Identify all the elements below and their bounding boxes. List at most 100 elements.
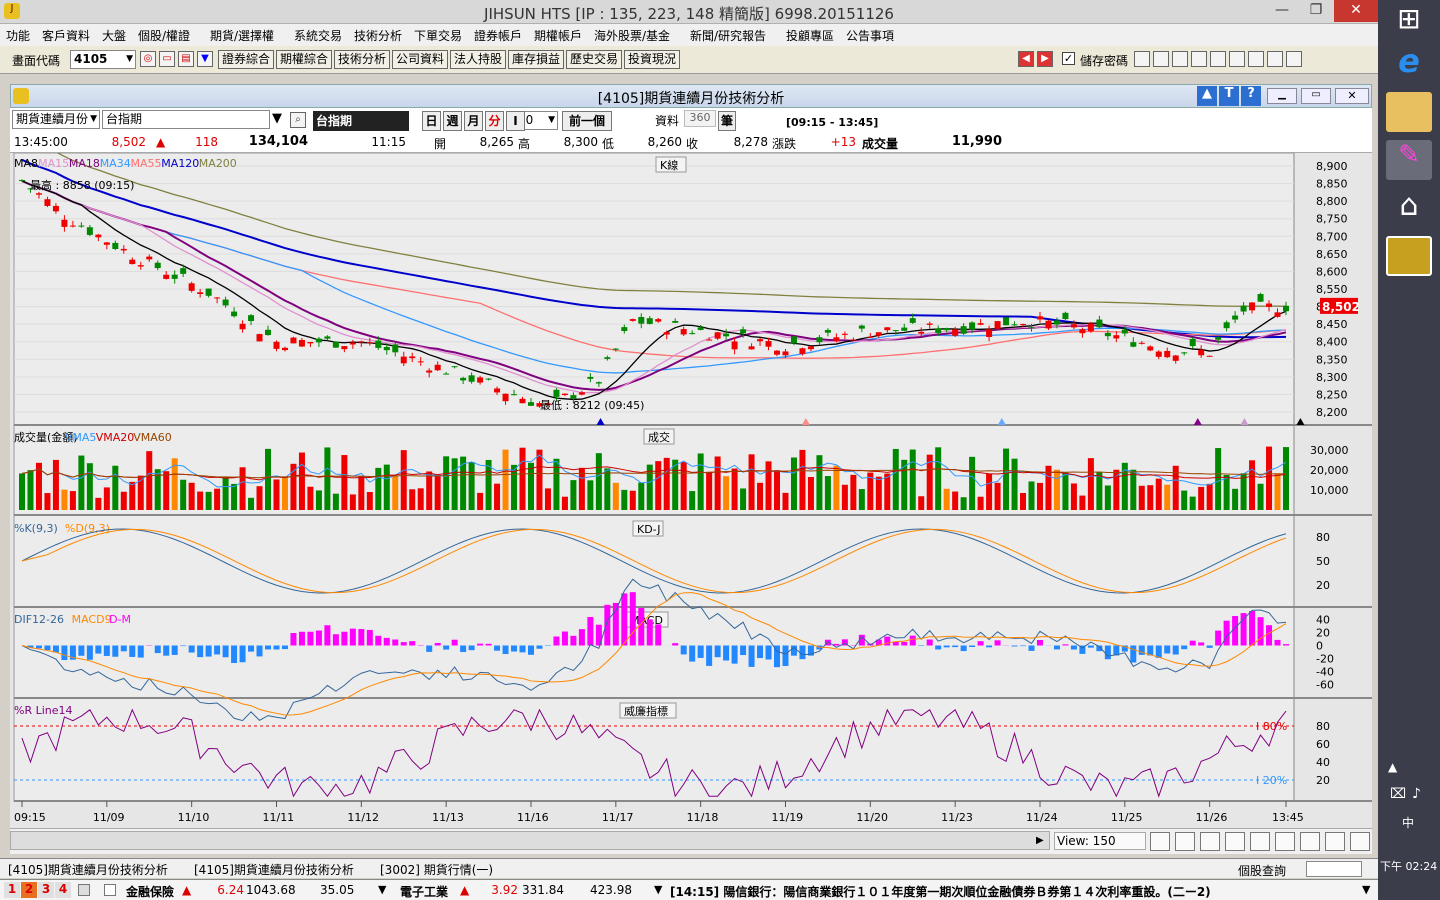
menu-item-2[interactable]: 大盤 <box>102 27 126 44</box>
maximize-button[interactable]: ❐ <box>1300 0 1332 22</box>
news-dropdown-icon[interactable]: ▼ <box>1362 883 1370 896</box>
period-2[interactable]: 月 <box>464 111 483 131</box>
close-button[interactable]: ✕ <box>1334 0 1378 22</box>
menu-item-10[interactable]: 海外股票/基金 <box>594 27 670 44</box>
ticker-checkbox[interactable] <box>104 884 116 896</box>
page-number-1[interactable]: 2 <box>21 882 37 898</box>
print-icon[interactable] <box>1172 51 1188 67</box>
ime-indicator[interactable]: 中 <box>1402 814 1414 831</box>
menu-item-5[interactable]: 系統交易 <box>294 27 342 44</box>
bi-button[interactable]: 筆 <box>718 111 736 131</box>
minimize-button[interactable]: — <box>1266 0 1298 22</box>
news-ticker[interactable]: [14:15] 陽信銀行：陽信商業銀行１０１年度第一期次順位金融債券Ｂ券第１４次… <box>670 883 1360 900</box>
page-number-0[interactable]: 1 <box>4 882 20 898</box>
text-icon[interactable]: T <box>1219 86 1239 106</box>
menu-item-3[interactable]: 個股/權證 <box>138 27 190 44</box>
menu-item-13[interactable]: 公告事項 <box>846 27 894 44</box>
menu-item-4[interactable]: 期貨/選擇權 <box>210 27 274 44</box>
toolbar-button-5[interactable]: 庫存損益 <box>508 50 564 69</box>
search-stock-input[interactable] <box>1306 861 1362 877</box>
page-number-3[interactable]: 4 <box>55 882 71 898</box>
doc-icon[interactable]: ▭ <box>159 51 175 67</box>
news-icon[interactable]: ▤ <box>178 51 194 67</box>
period-4[interactable]: I <box>506 111 525 131</box>
jihsun-app-icon[interactable] <box>1386 236 1432 276</box>
export-icon[interactable] <box>1286 51 1302 67</box>
cursor-icon[interactable] <box>1150 832 1170 851</box>
period-3[interactable]: 分 <box>485 111 504 131</box>
menu-item-7[interactable]: 下單交易 <box>414 27 462 44</box>
menu-item-8[interactable]: 證券帳戶 <box>474 27 522 44</box>
view-count[interactable]: View: 150 <box>1054 832 1146 850</box>
home-icon[interactable]: ⌂ <box>1386 188 1432 228</box>
menu-item-11[interactable]: 新聞/研究報告 <box>690 27 766 44</box>
panel-minimize-button[interactable]: ▁ <box>1267 88 1297 104</box>
dropdown-icon[interactable]: ▼ <box>197 51 213 67</box>
code-input[interactable]: 4105 ▼ <box>70 50 136 69</box>
draw-icon[interactable] <box>1325 832 1345 851</box>
edit-icon[interactable] <box>1229 51 1245 67</box>
clock[interactable]: 下午 02:24 <box>1380 858 1437 874</box>
crosshair-icon[interactable] <box>1175 832 1195 851</box>
ie-icon[interactable]: e <box>1386 42 1432 82</box>
volume-icon[interactable]: ♪ <box>1412 786 1421 802</box>
page-number-2[interactable]: 3 <box>38 882 54 898</box>
save-password-checkbox[interactable]: ✓ <box>1062 52 1075 65</box>
cut-icon[interactable] <box>1267 51 1283 67</box>
toolbar-button-2[interactable]: 技術分析 <box>334 50 390 69</box>
symbol-dropdown-icon[interactable]: ▼ <box>272 111 282 126</box>
toolbar-button-6[interactable]: 歷史交易 <box>566 50 622 69</box>
search-icon[interactable]: ◎ <box>140 51 156 67</box>
price-chart[interactable]: 8,900 8,850 8,800 8,750 8,700 8,650 8,600 8,550… <box>10 138 1372 830</box>
up-icon[interactable]: ▲ <box>1197 86 1217 106</box>
network-icon[interactable]: ⌧ <box>1390 786 1406 802</box>
scroll-right-icon[interactable]: ▶ <box>1036 832 1050 849</box>
chart-area[interactable]: 8,900 8,850 8,800 8,750 8,700 8,650 8,600 8,550… <box>10 138 1372 830</box>
layout-icon[interactable] <box>1300 832 1320 851</box>
sector-b-dropdown-icon[interactable]: ▼ <box>654 883 662 896</box>
paint-icon[interactable]: ✎ <box>1386 140 1432 180</box>
arrow-right-icon[interactable]: ▶ <box>1037 51 1053 67</box>
panel-close-button[interactable]: ✕ <box>1335 88 1369 104</box>
folder-icon[interactable] <box>1386 92 1432 132</box>
symbol-select[interactable]: 台指期 <box>102 110 270 129</box>
tab-2[interactable]: [3002] 期貨行情(一) <box>380 861 493 878</box>
prev-button[interactable]: 前一個 <box>562 111 612 131</box>
tab-1[interactable]: [4105]期貨連續月份技術分析 <box>194 861 354 878</box>
save-icon[interactable] <box>1191 51 1207 67</box>
text-icon[interactable] <box>1210 51 1226 67</box>
lock-icon[interactable] <box>78 884 90 896</box>
period-0[interactable]: 日 <box>422 111 441 131</box>
settings-1-icon[interactable] <box>1250 832 1270 851</box>
volume-bar <box>1079 495 1086 510</box>
toolbar-button-3[interactable]: 公司資料 <box>392 50 448 69</box>
zoom-out-icon[interactable] <box>1225 832 1245 851</box>
data-count[interactable]: 360 <box>684 110 716 127</box>
menu-item-6[interactable]: 技術分析 <box>354 27 402 44</box>
menu-item-1[interactable]: 客戶資料 <box>42 27 90 44</box>
category-select[interactable]: 期貨連續月份 ▼ <box>12 110 100 129</box>
split-icon[interactable] <box>1248 51 1264 67</box>
tray-up-icon[interactable]: ▲ <box>1388 760 1397 774</box>
help-icon[interactable]: ? <box>1241 86 1261 106</box>
toolbar-button-1[interactable]: 期權綜合 <box>276 50 332 69</box>
menu-item-12[interactable]: 投顧專區 <box>786 27 834 44</box>
doc-icon[interactable] <box>1153 51 1169 67</box>
period-1[interactable]: 週 <box>443 111 462 131</box>
windows-start-icon[interactable]: ⊞ <box>1386 2 1432 42</box>
gear-icon[interactable] <box>1350 832 1370 851</box>
panel-maximize-button[interactable]: ▭ <box>1301 88 1331 104</box>
toolbar-button-4[interactable]: 法人持股 <box>450 50 506 69</box>
menu-item-9[interactable]: 期權帳戶 <box>534 27 582 44</box>
tab-0[interactable]: [4105]期貨連續月份技術分析 <box>8 861 168 878</box>
menu-item-0[interactable]: 功能 <box>6 27 30 44</box>
zoom-in-icon[interactable] <box>1200 832 1220 851</box>
settings-2-icon[interactable] <box>1275 832 1295 851</box>
pen-icon[interactable] <box>1134 51 1150 67</box>
arrow-left-icon[interactable]: ◀ <box>1018 51 1034 67</box>
sector-a-dropdown-icon[interactable]: ▼ <box>378 883 386 896</box>
toolbar-button-0[interactable]: 證券綜合 <box>218 50 274 69</box>
toolbar-button-7[interactable]: 投資現況 <box>624 50 680 69</box>
chart-scrollbar[interactable] <box>10 831 1050 850</box>
zoom-icon[interactable]: ⌕ <box>290 112 306 128</box>
